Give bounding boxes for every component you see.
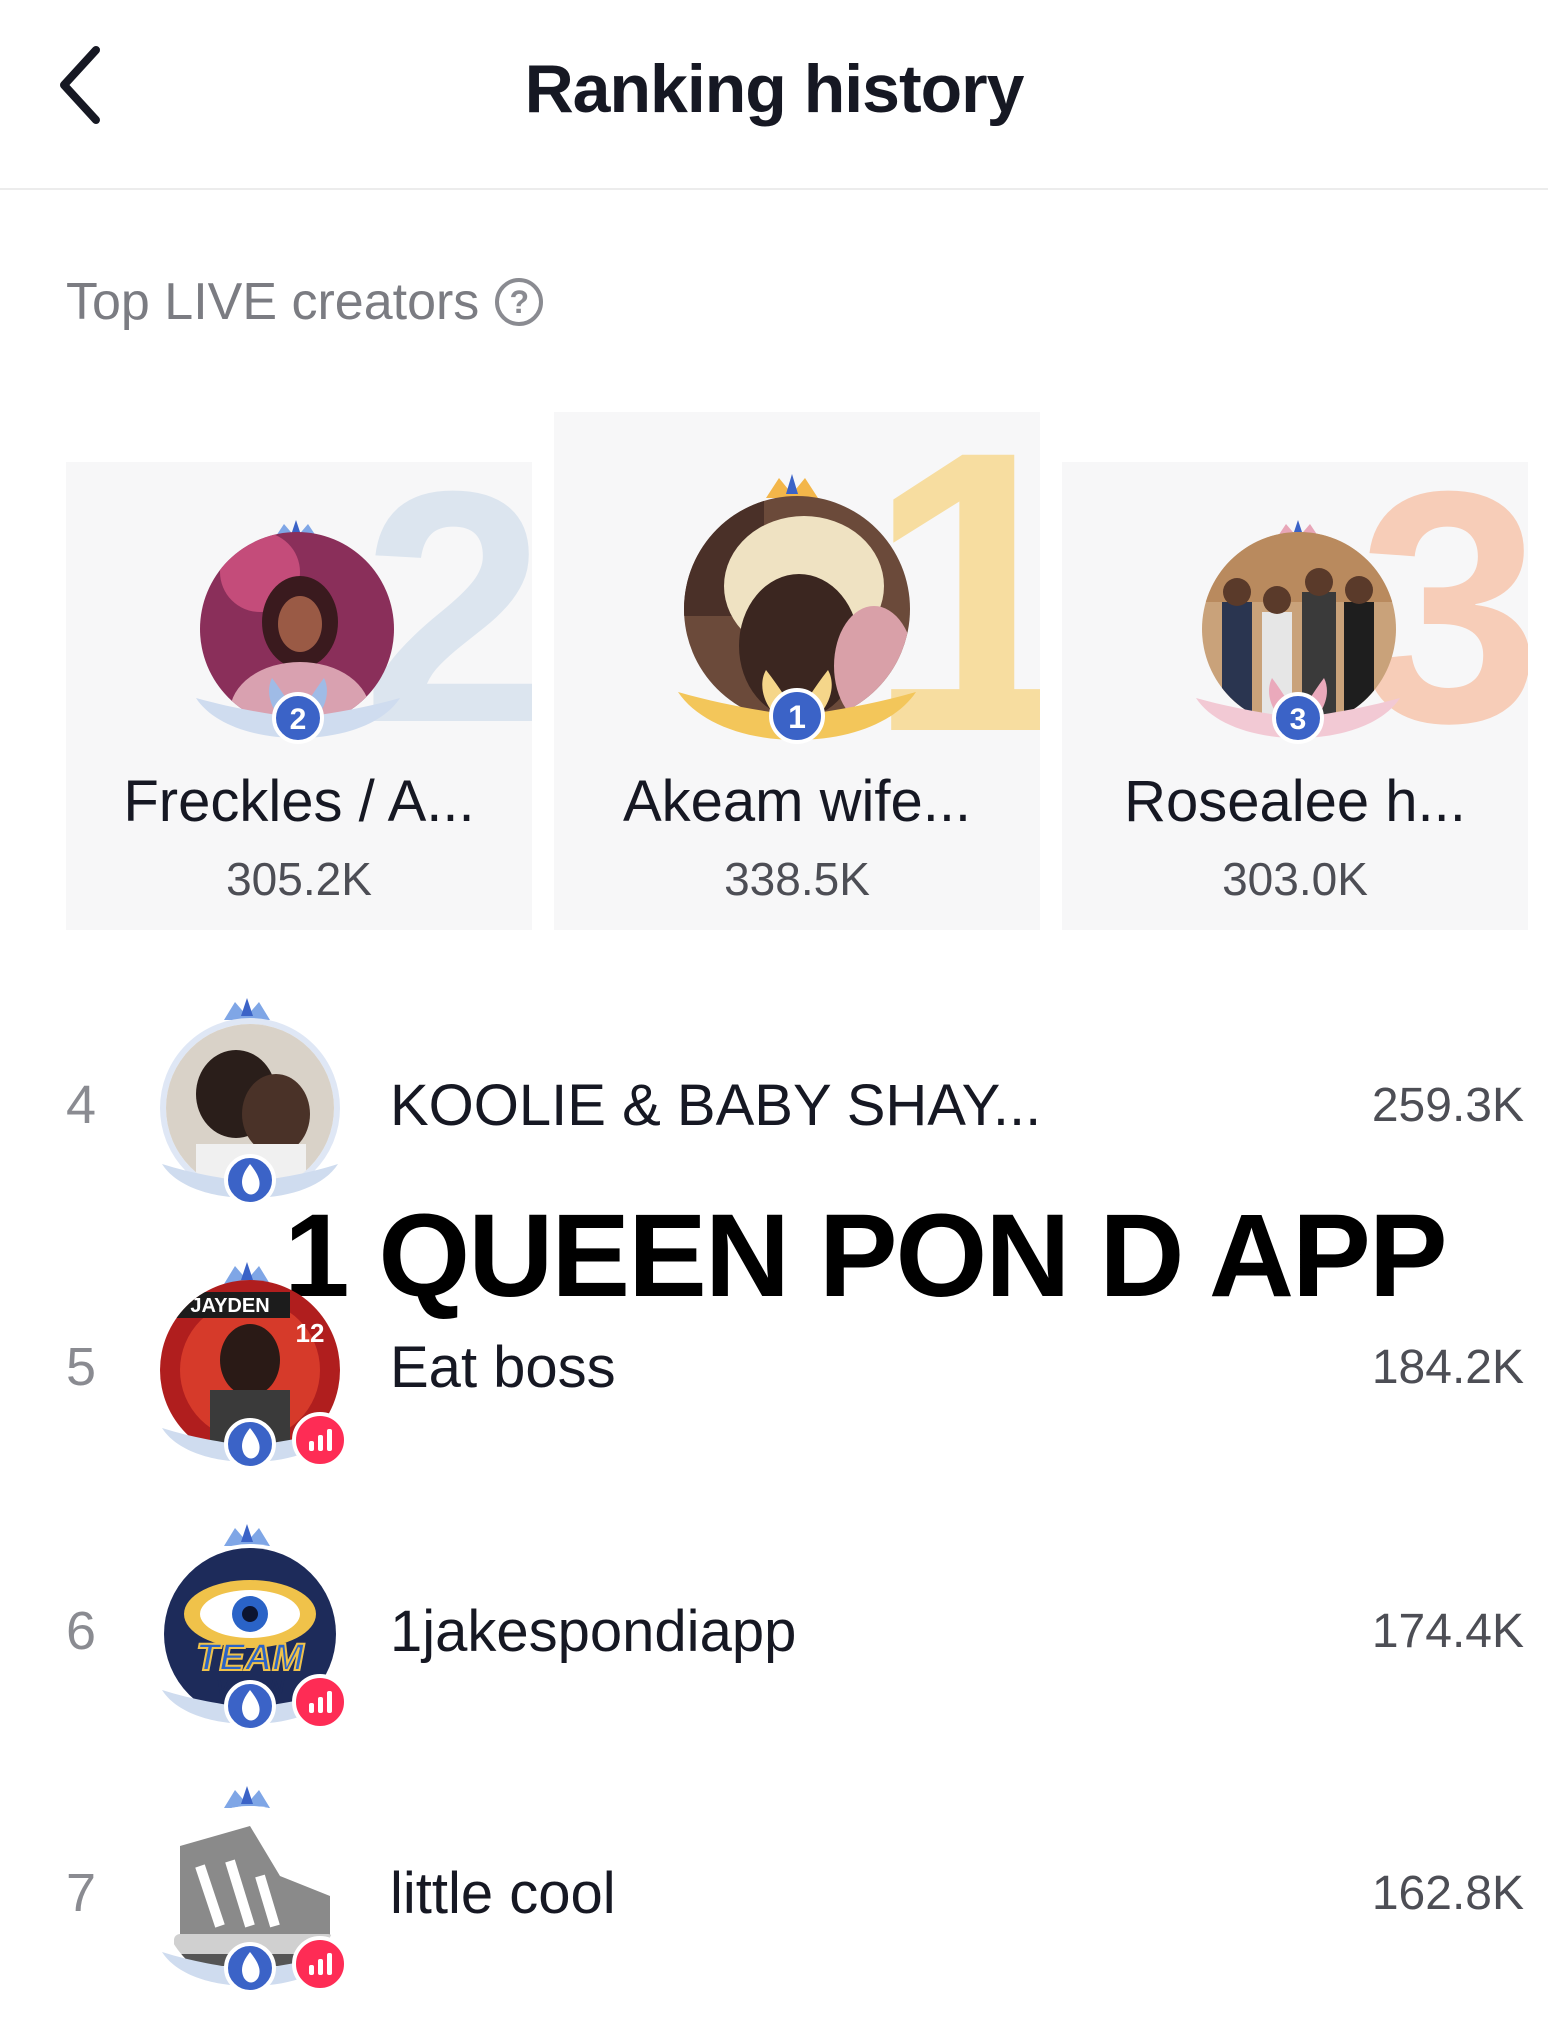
ranking-row[interactable]: 5 JAYDEN 12 Eat boss 184.2K xyxy=(0,1252,1548,1492)
podium-card-2[interactable]: 2 2 Freckles / A... 305.2K xyxy=(66,462,532,930)
page-title: Ranking history xyxy=(524,51,1025,127)
row-name: 1jakespondiapp xyxy=(390,1599,797,1664)
podium-score-1: 338.5K xyxy=(724,853,870,905)
row-rank: 7 xyxy=(66,1863,97,1923)
live-badge-icon xyxy=(292,1936,348,1992)
row-name: little cool xyxy=(390,1861,616,1926)
ranking-row[interactable]: 6 TEAM VISION 1jakespondiapp 174.4K xyxy=(0,1516,1548,1756)
help-icon[interactable]: ? xyxy=(495,278,544,326)
avatar-text-twelve: 12 xyxy=(296,1318,325,1348)
ranking-row[interactable]: 7 little cool 162.8K xyxy=(0,1778,1548,2018)
podium-score-2: 305.2K xyxy=(226,853,372,905)
row-score: 162.8K xyxy=(1371,1867,1524,1920)
section-label-text: Top LIVE creators xyxy=(66,273,480,331)
header-bar: Ranking history xyxy=(0,0,1548,190)
podium-badge-number-2: 2 xyxy=(290,703,307,736)
live-badge-icon xyxy=(292,1412,348,1468)
podium-name-2: Freckles / A... xyxy=(123,769,475,834)
wreath-icon: 3 xyxy=(1196,678,1400,744)
podium-name-1: Akeam wife... xyxy=(622,769,972,834)
wreath-icon: 1 xyxy=(678,670,916,744)
podium-card-1[interactable]: 1 1 Akeam wife... 338.5K xyxy=(554,412,1040,930)
row-rank: 4 xyxy=(66,1075,97,1135)
live-badge-icon xyxy=(292,1674,348,1730)
podium-badge-number-1: 1 xyxy=(788,699,806,735)
row-score: 259.3K xyxy=(1371,1079,1524,1132)
row-score: 174.4K xyxy=(1371,1605,1524,1658)
row-name: KOOLIE & BABY SHAY... xyxy=(390,1073,1042,1138)
row-score: 184.2K xyxy=(1371,1341,1524,1394)
row-rank: 6 xyxy=(66,1601,97,1661)
podium-name-3: Rosealee h... xyxy=(1124,769,1466,834)
avatar-text-jayden: JAYDEN xyxy=(190,1295,269,1317)
wreath-icon: 2 xyxy=(196,678,400,744)
row-name: Eat boss xyxy=(390,1335,616,1400)
row-rank: 5 xyxy=(66,1337,97,1397)
podium-card-3[interactable]: 3 3 Rosealee h... 303.0K xyxy=(1062,462,1528,930)
podium-badge-number-3: 3 xyxy=(1290,703,1307,736)
podium-score-3: 303.0K xyxy=(1222,853,1368,905)
section-label: Top LIVE creators ? xyxy=(66,272,544,332)
